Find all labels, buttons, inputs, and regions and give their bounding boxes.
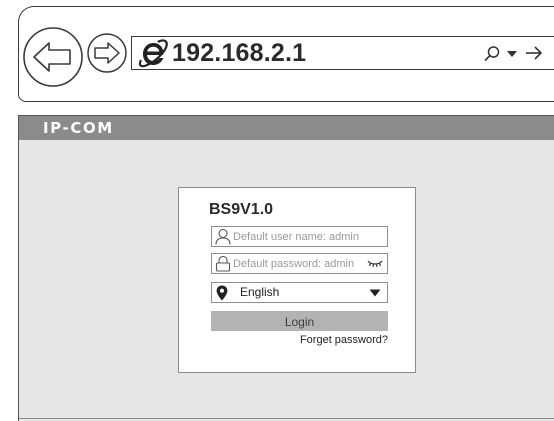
- hidden-eye-icon[interactable]: [367, 257, 383, 270]
- chevron-down-icon: [507, 51, 517, 57]
- chevron-down-icon: [369, 289, 381, 297]
- language-select[interactable]: English: [211, 282, 388, 303]
- go-arrow-icon: [526, 46, 543, 60]
- back-button[interactable]: [22, 26, 84, 88]
- username-input[interactable]: [233, 227, 363, 246]
- username-field[interactable]: [211, 226, 388, 247]
- password-input[interactable]: [233, 254, 363, 273]
- go-button[interactable]: [523, 42, 545, 64]
- model-title: BS9V1.0: [209, 201, 274, 218]
- login-panel: BS9V1.0 Default user name: admin English…: [178, 187, 416, 373]
- divider: [19, 418, 554, 419]
- address-dropdown-button[interactable]: [505, 47, 519, 61]
- lock-icon: [215, 255, 231, 272]
- forget-password-link[interactable]: Forget password?: [300, 334, 388, 346]
- internet-explorer-icon: [138, 39, 168, 68]
- back-arrow-icon: [23, 27, 83, 87]
- location-pin-icon: [216, 285, 228, 301]
- language-value: English: [240, 285, 280, 299]
- page-header: IP-COM: [19, 116, 554, 140]
- search-button[interactable]: [482, 44, 502, 64]
- web-page: IP-COM BS9V1.0 Default user name: admin …: [18, 115, 554, 421]
- forward-button[interactable]: [86, 32, 128, 74]
- brand-logo: IP-COM: [43, 119, 114, 137]
- search-icon: [484, 46, 500, 62]
- password-field[interactable]: [211, 253, 388, 274]
- forward-arrow-icon: [87, 33, 127, 73]
- user-icon: [215, 228, 231, 245]
- address-url[interactable]: 192.168.2.1: [172, 37, 306, 69]
- login-button[interactable]: Login: [211, 311, 388, 331]
